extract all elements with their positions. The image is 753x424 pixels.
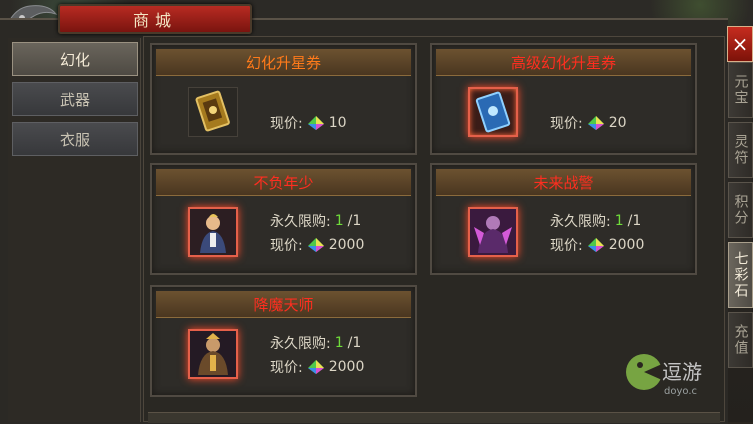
side-tab-yuanbao[interactable]: 元宝	[728, 62, 753, 118]
price-row: 现价: 2000	[270, 357, 364, 377]
advanced-star-ticket-icon	[475, 91, 511, 133]
category-tab-weapons[interactable]: 武器	[12, 82, 138, 116]
category-tab-huanhua[interactable]: 幻化	[12, 42, 138, 76]
limit-label: 永久限购:	[550, 214, 611, 230]
limit-bought: 1	[614, 213, 624, 229]
watermark: 逗游 doyo.c	[624, 350, 753, 410]
limit-total: /1	[627, 213, 642, 229]
limit-row: 永久限购: 1/1	[270, 333, 361, 353]
side-tab-lingfu[interactable]: 灵符	[728, 122, 753, 178]
item-name: 未来战警	[436, 169, 691, 196]
limit-total: /1	[347, 213, 362, 229]
outfit-portrait-icon	[190, 209, 236, 255]
price-row: 现价: 2000	[550, 235, 644, 255]
item-name: 幻化升星券	[156, 49, 411, 76]
price-row: 现价: 20	[550, 113, 627, 133]
price-value: 2000	[608, 237, 645, 253]
price-row: 现价: 2000	[270, 235, 364, 255]
watermark-text: 逗游	[662, 360, 702, 384]
price-value: 2000	[328, 359, 365, 375]
price-label: 现价:	[270, 238, 303, 254]
window-title: 商城	[58, 4, 252, 34]
price-row: 现价: 10	[270, 113, 347, 133]
item-name: 不负年少	[156, 169, 411, 196]
outfit-portrait-icon	[190, 331, 236, 377]
close-button[interactable]: ×	[727, 26, 753, 62]
shop-item-card[interactable]: 未来战警 永久限购: 1/1 现价: 2000	[430, 163, 697, 275]
price-label: 现价:	[550, 116, 583, 132]
category-tab-clothes[interactable]: 衣服	[12, 122, 138, 156]
price-value: 2000	[328, 237, 365, 253]
limit-bought: 1	[334, 213, 344, 229]
item-slot[interactable]	[468, 207, 518, 257]
item-name: 高级幻化升星券	[436, 49, 691, 76]
price-value: 10	[328, 115, 347, 131]
close-icon: ×	[731, 32, 749, 56]
limit-bought: 1	[334, 335, 344, 351]
limit-row: 永久限购: 1/1	[270, 211, 361, 231]
bottom-bar	[148, 412, 720, 423]
outfit-portrait-icon	[470, 209, 516, 255]
side-tab-rainbow-stone[interactable]: 七彩石	[728, 242, 753, 308]
rainbow-gem-icon	[307, 116, 324, 130]
price-label: 现价:	[550, 238, 583, 254]
item-slot[interactable]	[188, 207, 238, 257]
item-slot[interactable]	[188, 329, 238, 379]
watermark-subtext: doyo.c	[664, 386, 698, 397]
rainbow-gem-icon	[307, 238, 324, 252]
watermark-logo-icon	[626, 354, 662, 390]
rainbow-gem-icon	[307, 360, 324, 374]
shop-item-card[interactable]: 高级幻化升星券 现价: 20	[430, 43, 697, 155]
shop-item-card[interactable]: 幻化升星券 现价: 10	[150, 43, 417, 155]
shop-item-card[interactable]: 降魔天师 永久限购: 1/1 现价: 2000	[150, 285, 417, 397]
rainbow-gem-icon	[587, 238, 604, 252]
limit-row: 永久限购: 1/1	[550, 211, 641, 231]
price-label: 现价:	[270, 116, 303, 132]
rainbow-gem-icon	[587, 116, 604, 130]
category-panel: 幻化 武器 衣服	[8, 38, 141, 422]
limit-label: 永久限购:	[270, 214, 331, 230]
limit-label: 永久限购:	[270, 336, 331, 352]
item-slot[interactable]	[468, 87, 518, 137]
shop-item-card[interactable]: 不负年少 永久限购: 1/1 现价: 2000	[150, 163, 417, 275]
limit-total: /1	[347, 335, 362, 351]
price-value: 20	[608, 115, 627, 131]
side-tab-points[interactable]: 积分	[728, 182, 753, 238]
item-name: 降魔天师	[156, 291, 411, 318]
star-ticket-icon	[195, 90, 230, 132]
item-slot[interactable]	[188, 87, 238, 137]
price-label: 现价:	[270, 360, 303, 376]
